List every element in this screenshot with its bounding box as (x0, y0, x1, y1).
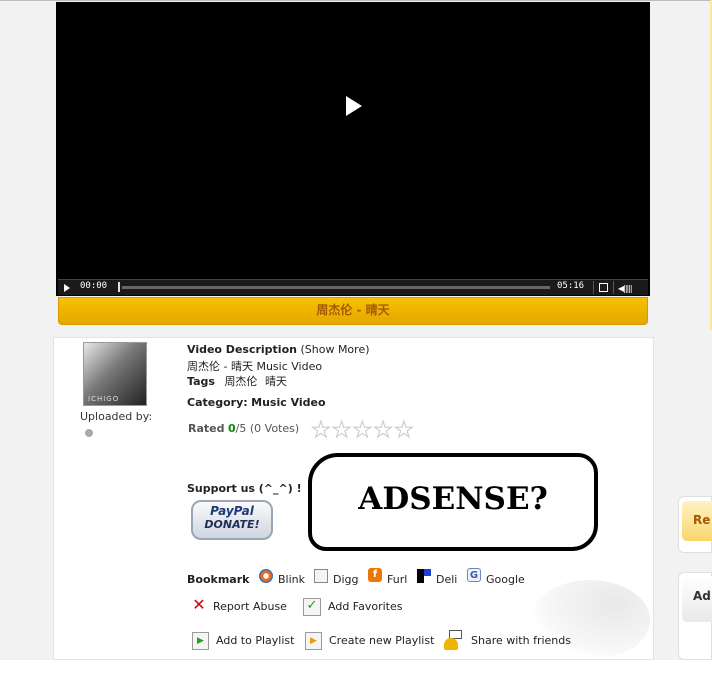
bookmark-furl-link[interactable]: Furl (387, 573, 407, 586)
star-icon[interactable]: ★ (373, 418, 394, 444)
avatar[interactable]: ICHIGO (83, 342, 147, 406)
create-playlist-link[interactable]: Create new Playlist (329, 634, 434, 647)
delicious-icon[interactable] (417, 569, 431, 583)
category-link[interactable]: Music Video (251, 396, 325, 409)
digg-icon[interactable] (314, 569, 328, 583)
rating-stars: ★★★★★ (311, 418, 415, 444)
bookmark-google-link[interactable]: Google (486, 573, 525, 586)
support-label: Support us (^_^) ! (187, 482, 302, 495)
play-pause-icon[interactable] (64, 284, 70, 292)
add-to-playlist-icon[interactable]: ▶ (192, 632, 209, 650)
fullscreen-icon[interactable] (599, 283, 608, 292)
add-to-playlist-link[interactable]: Add to Playlist (216, 634, 294, 647)
blink-icon[interactable] (259, 569, 273, 583)
control-divider (613, 281, 614, 294)
duration: 05:16 (557, 281, 585, 291)
video-title: 周杰伦 - 晴天 (316, 303, 390, 317)
bookmark-label: Bookmark (187, 573, 250, 586)
category-label: Category: (187, 396, 248, 409)
show-more-link[interactable]: (Show More) (300, 343, 369, 356)
share-with-friends-icon[interactable] (444, 630, 462, 650)
player-controls: 00:00 05:16 ◀||||| (58, 279, 648, 295)
widget-title: Re (693, 513, 711, 527)
tags-label: Tags (187, 375, 215, 388)
add-favorites-link[interactable]: Add Favorites (328, 600, 402, 613)
share-with-friends-link[interactable]: Share with friends (471, 634, 571, 647)
control-divider (593, 281, 594, 294)
bookmark-deli-link[interactable]: Deli (436, 573, 457, 586)
top-border (0, 0, 712, 1)
ad-placeholder-text: ADSENSE? (358, 481, 548, 517)
rating-value: 0 (228, 422, 236, 435)
vote-count: (0 Votes) (249, 422, 300, 435)
star-icon[interactable]: ★ (311, 418, 332, 444)
avatar-caption: ICHIGO (88, 395, 120, 403)
rating-row: Rated 0/5 (0 Votes) (188, 422, 299, 435)
star-icon[interactable]: ★ (352, 418, 373, 444)
rated-label: Rated (188, 422, 225, 435)
seek-handle[interactable] (118, 282, 120, 292)
ad-placeholder: ADSENSE? (308, 453, 598, 551)
film-reel-watermark (530, 580, 650, 660)
paypal-text: PayPal (210, 504, 254, 518)
bookmark-digg-link[interactable]: Digg (333, 573, 359, 586)
tag-link[interactable]: 晴天 (265, 375, 287, 388)
video-description-text: 周杰伦 - 晴天 Music Video (187, 360, 323, 373)
google-icon[interactable]: G (467, 568, 481, 582)
widget-title: Ad (693, 589, 711, 603)
video-player[interactable]: 00:00 05:16 ◀||||| (56, 2, 650, 296)
play-icon[interactable] (346, 96, 362, 116)
sidebar-widget-related: Re (678, 496, 712, 553)
tag-link[interactable]: 周杰伦 (224, 375, 257, 388)
category-row: Category: Music Video (187, 396, 326, 409)
star-icon[interactable]: ★ (393, 418, 414, 444)
seek-bar[interactable] (122, 286, 550, 289)
report-abuse-link[interactable]: Report Abuse (213, 600, 287, 613)
video-title-bar: 周杰伦 - 晴天 (58, 297, 648, 325)
person-icon (444, 638, 458, 650)
uploader-status-dot (85, 429, 93, 437)
star-icon[interactable]: ★ (331, 418, 352, 444)
bookmark-blink-link[interactable]: Blink (278, 573, 305, 586)
sidebar-widget-ad: Ad (678, 572, 712, 660)
tags-row: Tags 周杰伦 晴天 (187, 373, 287, 389)
create-playlist-icon[interactable]: ▶ (305, 632, 322, 650)
report-abuse-icon[interactable]: ✕ (192, 597, 206, 613)
donate-text: DONATE! (204, 518, 260, 531)
current-time: 00:00 (80, 281, 108, 291)
furl-icon[interactable]: f (368, 568, 382, 582)
add-favorites-icon[interactable]: ✓ (303, 598, 321, 616)
video-description-row: Video Description (Show More) (187, 343, 370, 356)
video-description-label: Video Description (187, 343, 297, 356)
paypal-donate-button[interactable]: PayPal DONATE! (191, 500, 273, 540)
uploaded-by-label: Uploaded by: (80, 410, 153, 423)
volume-icon[interactable]: ◀||||| (618, 284, 633, 293)
rating-max: /5 (235, 422, 247, 435)
